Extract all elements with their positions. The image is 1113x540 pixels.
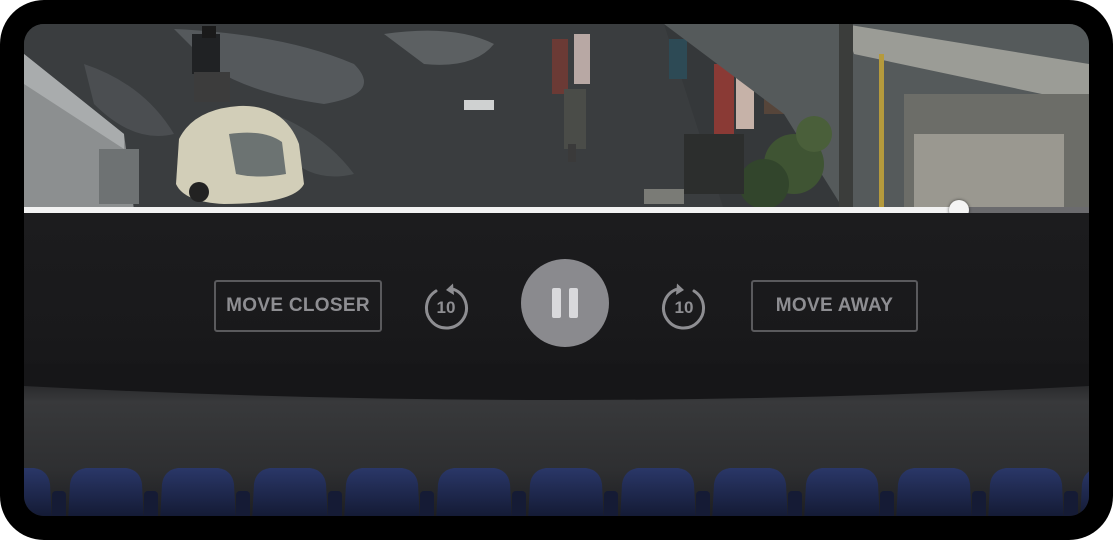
- move-closer-button[interactable]: MOVE CLOSER: [214, 280, 382, 332]
- move-away-label: MOVE AWAY: [775, 295, 894, 316]
- skip-forward-10-button[interactable]: 10: [660, 282, 708, 330]
- theater-seat-armrest: [604, 491, 618, 516]
- theater-seat-armrest: [880, 491, 894, 516]
- device-frame: MOVE CLOSER 10 10 MOVE AWAY: [0, 0, 1113, 540]
- theater-seat-armrest: [972, 491, 986, 516]
- theater-seat: [160, 468, 236, 516]
- skip-back-10-button[interactable]: 10: [422, 282, 470, 330]
- theater-seat: [68, 468, 144, 516]
- theater-seat-armrest: [236, 491, 250, 516]
- theater-seat: [620, 468, 696, 516]
- theater-seat-armrest: [788, 491, 802, 516]
- theater-seat-armrest: [144, 491, 158, 516]
- play-pause-button[interactable]: [521, 259, 609, 347]
- theater-seat-armrest: [420, 491, 434, 516]
- theater-seat: [252, 468, 328, 516]
- move-away-button[interactable]: MOVE AWAY: [751, 280, 918, 332]
- skip-forward-seconds: 10: [674, 297, 694, 317]
- video-frame[interactable]: [24, 24, 1089, 210]
- theater-seat-armrest: [328, 491, 342, 516]
- theater-seat: [804, 468, 880, 516]
- move-closer-label: MOVE CLOSER: [226, 295, 370, 316]
- theater-seat-armrest: [696, 491, 710, 516]
- video-scene: [24, 24, 1089, 210]
- pause-icon-bar-right: [569, 288, 578, 318]
- screen: MOVE CLOSER 10 10 MOVE AWAY: [24, 24, 1089, 516]
- theater-seat-armrest: [512, 491, 526, 516]
- theater-background: [24, 364, 1089, 516]
- theater-seat: [712, 468, 788, 516]
- pause-icon-bar-left: [552, 288, 561, 318]
- theater-seat: [344, 468, 420, 516]
- cinema-seats-illustration: [24, 364, 1089, 516]
- theater-seat: [896, 468, 972, 516]
- theater-seat-armrest: [52, 491, 66, 516]
- skip-back-seconds: 10: [436, 297, 456, 317]
- theater-seat-armrest: [1064, 491, 1078, 516]
- control-panel: MOVE CLOSER 10 10 MOVE AWAY: [24, 213, 1089, 385]
- theater-seat: [528, 468, 604, 516]
- theater-seat: [436, 468, 512, 516]
- theater-seat: [988, 468, 1064, 516]
